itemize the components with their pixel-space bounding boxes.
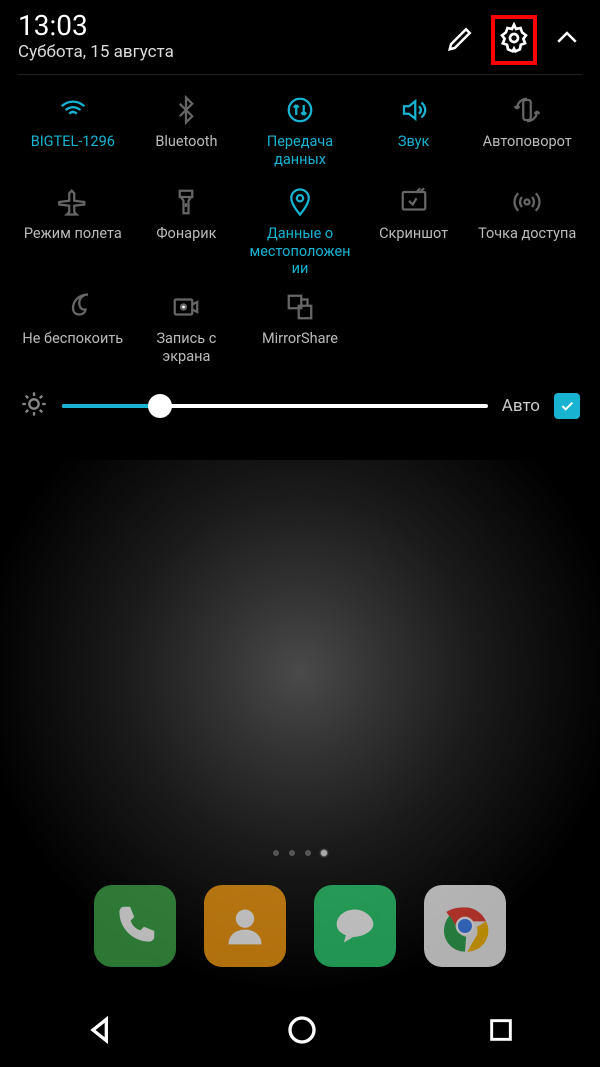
- page-indicator: [273, 850, 327, 856]
- data-icon: [285, 91, 315, 129]
- dock-messages-app[interactable]: [314, 885, 396, 967]
- toggle-data[interactable]: Передача данных: [245, 89, 355, 175]
- hotspot-icon: [512, 183, 542, 221]
- toggle-airplane[interactable]: Режим полета: [18, 181, 128, 280]
- autorotate-icon: [512, 91, 542, 129]
- airplane-icon: [58, 183, 88, 221]
- toggle-dnd[interactable]: Не беспокоить: [18, 286, 128, 372]
- collapse-icon[interactable]: [552, 23, 582, 57]
- flashlight-icon: [171, 183, 201, 221]
- screenshot-icon: [399, 183, 429, 221]
- toggle-label: Точка доступа: [476, 225, 578, 243]
- screenrec-icon: [171, 288, 201, 326]
- toggle-hotspot[interactable]: Точка доступа: [472, 181, 582, 280]
- brightness-slider[interactable]: [62, 394, 488, 418]
- homescreen-background: [0, 460, 600, 1067]
- toggle-screenshot[interactable]: Скриншот: [359, 181, 469, 280]
- toggle-label: Данные о местоположении: [245, 225, 355, 278]
- qs-header: 13:03 Суббота, 15 августа: [18, 8, 582, 75]
- nav-home-icon[interactable]: [286, 1014, 318, 1050]
- dock-chrome-app[interactable]: [424, 885, 506, 967]
- wifi-icon: [58, 91, 88, 129]
- dnd-icon: [58, 288, 88, 326]
- brightness-row: Авто: [18, 384, 582, 426]
- toggle-autorotate[interactable]: Автоповорот: [472, 89, 582, 175]
- toggle-label: Передача данных: [245, 133, 355, 168]
- toggle-label: Bluetooth: [153, 133, 219, 151]
- toggle-bluetooth[interactable]: Bluetooth: [132, 89, 242, 175]
- nav-recents-icon[interactable]: [487, 1016, 515, 1048]
- toggle-label: Не беспокоить: [20, 330, 125, 348]
- toggle-label: Автоповорот: [481, 133, 574, 151]
- toggle-label: Скриншот: [377, 225, 450, 243]
- status-time: 13:03: [18, 12, 446, 40]
- toggle-label: BIGTEL-1296: [29, 133, 117, 151]
- toggle-label: Фонарик: [154, 225, 218, 243]
- brightness-icon: [20, 390, 48, 422]
- toggle-flashlight[interactable]: Фонарик: [132, 181, 242, 280]
- toggle-wifi[interactable]: BIGTEL-1296: [18, 89, 128, 175]
- toggle-sound[interactable]: Звук: [359, 89, 469, 175]
- navigation-bar: [0, 997, 600, 1067]
- auto-brightness-checkbox[interactable]: [554, 393, 580, 419]
- sound-icon: [399, 91, 429, 129]
- toggle-location[interactable]: Данные о местоположении: [245, 181, 355, 280]
- toggle-label: Звук: [396, 133, 432, 151]
- toggle-label: Запись с экрана: [132, 330, 242, 365]
- toggle-label: Режим полета: [22, 225, 124, 243]
- dock-contacts-app[interactable]: [204, 885, 286, 967]
- mirrorshare-icon: [285, 288, 315, 326]
- toggle-mirrorshare[interactable]: MirrorShare: [245, 286, 355, 372]
- edit-icon[interactable]: [446, 23, 476, 57]
- dock-phone-app[interactable]: [94, 885, 176, 967]
- location-icon: [285, 183, 315, 221]
- toggle-screenrec[interactable]: Запись с экрана: [132, 286, 242, 372]
- bluetooth-icon: [171, 91, 201, 129]
- nav-back-icon[interactable]: [85, 1014, 117, 1050]
- dock: [94, 885, 506, 967]
- settings-icon[interactable]: [491, 15, 537, 65]
- toggle-label: MirrorShare: [260, 330, 340, 348]
- auto-brightness-label: Авто: [502, 396, 540, 416]
- status-date: Суббота, 15 августа: [18, 42, 446, 62]
